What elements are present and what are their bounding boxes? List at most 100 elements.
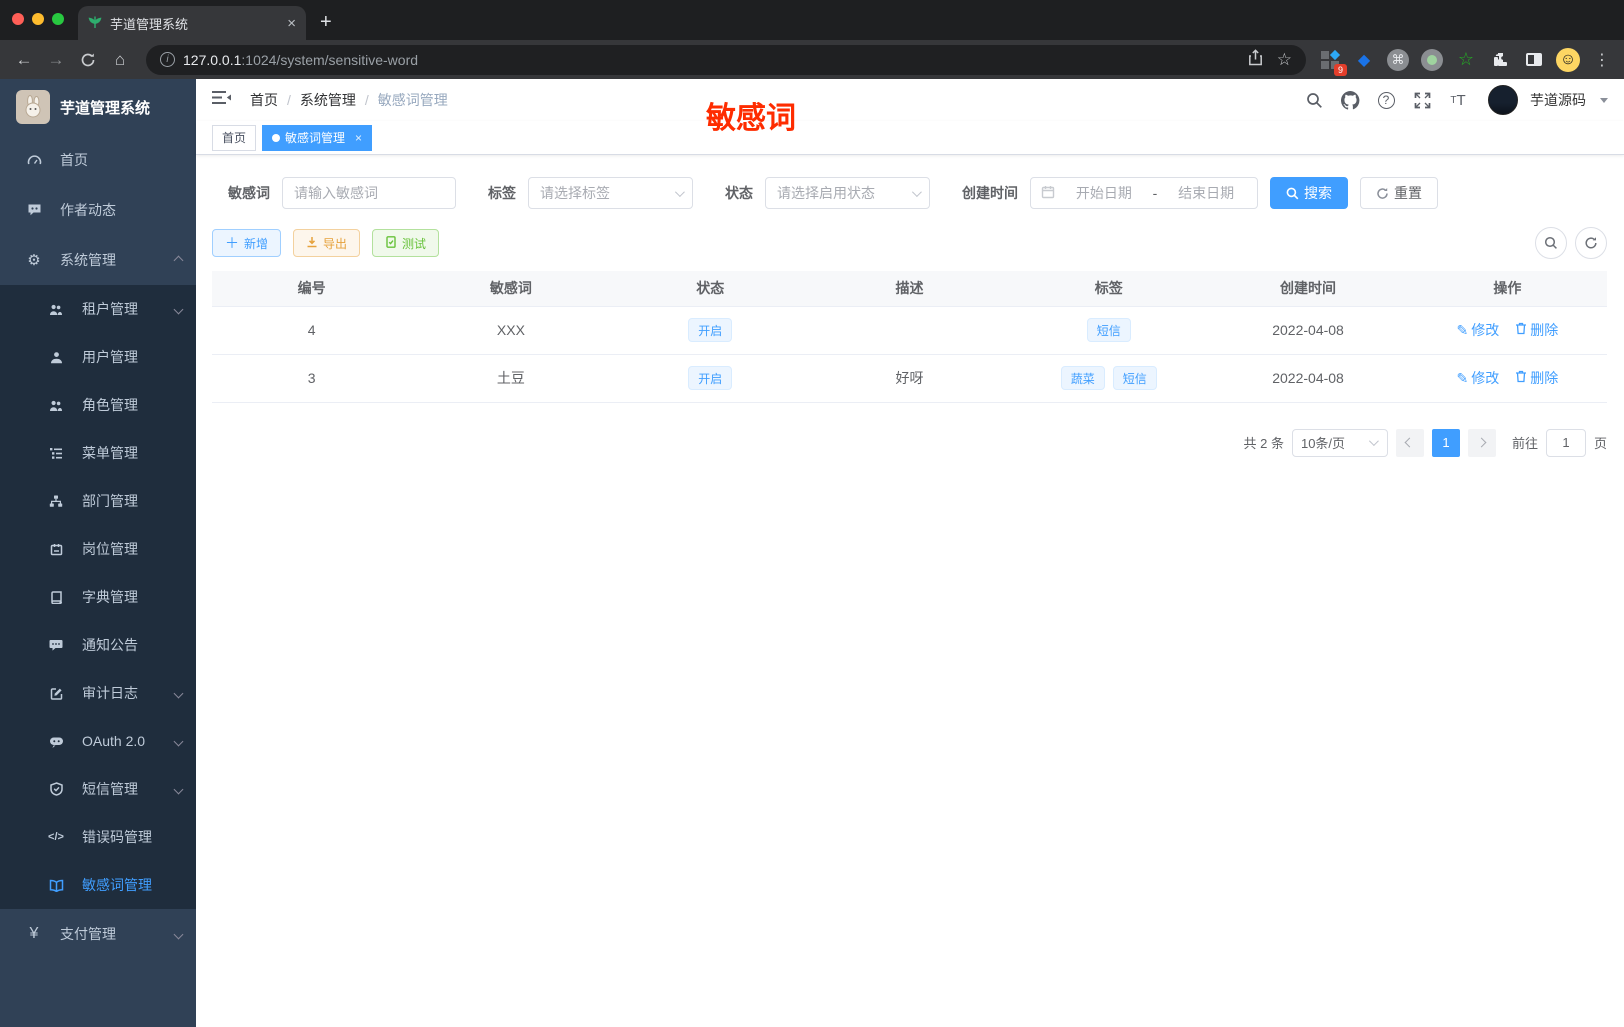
minimize-window-button[interactable] xyxy=(32,13,44,25)
extension-star-icon[interactable]: ☆ xyxy=(1454,48,1478,72)
total-count: 共 2 条 xyxy=(1243,436,1284,451)
sidebar-item-notice[interactable]: 通知公告 xyxy=(0,621,196,669)
sidebar-item-role[interactable]: 角色管理 xyxy=(0,381,196,429)
sidebar-item-dept[interactable]: 部门管理 xyxy=(0,477,196,525)
table-row: 3 土豆 开启 好呀 蔬菜 短信 2022-04-08 ✎ 修改 删除 xyxy=(212,354,1607,403)
status-select[interactable] xyxy=(765,177,930,209)
edit-link[interactable]: ✎ 修改 xyxy=(1456,320,1499,340)
user-name[interactable]: 芋道源码 xyxy=(1530,90,1586,110)
col-tags: 标签 xyxy=(1009,271,1209,307)
breadcrumb-system[interactable]: 系统管理 xyxy=(300,90,356,110)
table-toolbar: ＋ 新增 导出 测试 xyxy=(212,227,1607,259)
sidebar-item-menu[interactable]: 菜单管理 xyxy=(0,429,196,477)
export-button[interactable]: 导出 xyxy=(293,229,361,257)
sidebar-item-error-code[interactable]: </> 错误码管理 xyxy=(0,813,196,861)
sidebar-item-system[interactable]: ⚙ 系统管理 xyxy=(0,235,196,285)
col-desc: 描述 xyxy=(809,271,1010,307)
extensions-row: 9 ◆ ⌘ ☆ ☺ ⋮ xyxy=(1318,47,1614,76)
github-icon[interactable] xyxy=(1338,88,1362,112)
back-icon[interactable]: ← xyxy=(10,46,38,74)
col-actions: 操作 xyxy=(1407,271,1607,307)
font-size-icon[interactable]: TT xyxy=(1446,88,1470,112)
tag-label: 标签 xyxy=(488,185,516,201)
users-icon xyxy=(44,303,68,316)
sidebar-item-tenant[interactable]: 租户管理 xyxy=(0,285,196,333)
forward-icon[interactable]: → xyxy=(42,46,70,74)
side-panel-icon[interactable] xyxy=(1522,48,1546,72)
bookmark-star-icon[interactable]: ☆ xyxy=(1277,50,1292,70)
keyword-input[interactable] xyxy=(282,177,456,209)
date-range-picker[interactable]: 开始日期 - 结束日期 xyxy=(1030,177,1258,209)
filter-form: 敏感词 标签 状态 创建时间 开始日期 - xyxy=(212,177,1607,209)
table-header-row: 编号 敏感词 状态 描述 标签 创建时间 操作 xyxy=(212,271,1607,307)
edit-link[interactable]: ✎ 修改 xyxy=(1456,368,1499,388)
reset-button[interactable]: 重置 xyxy=(1360,177,1438,209)
extension-gem-icon[interactable]: ◆ xyxy=(1352,48,1376,72)
tag-home[interactable]: 首页 xyxy=(212,124,257,151)
tab-close-icon[interactable]: × xyxy=(287,15,296,32)
toggle-search-icon[interactable] xyxy=(1535,227,1567,259)
sidebar-item-oauth[interactable]: OAuth 2.0 xyxy=(0,717,196,765)
delete-link[interactable]: 删除 xyxy=(1515,368,1558,388)
browser-menu-icon[interactable]: ⋮ xyxy=(1590,48,1614,72)
refresh-icon[interactable] xyxy=(1575,227,1607,259)
reload-icon[interactable] xyxy=(74,46,102,74)
tag-sensitive-word[interactable]: 敏感词管理 × xyxy=(262,124,373,151)
breadcrumb-home[interactable]: 首页 xyxy=(250,90,278,110)
sidebar-item-author-news[interactable]: 作者动态 xyxy=(0,185,196,235)
browser-titlebar: 芋道管理系统 × + xyxy=(0,0,1624,40)
code-icon: </> xyxy=(48,831,64,843)
menu-fold-icon[interactable] xyxy=(212,90,232,110)
tag-close-icon[interactable]: × xyxy=(355,131,362,145)
fullscreen-icon[interactable] xyxy=(1410,88,1434,112)
user-avatar[interactable] xyxy=(1488,85,1518,115)
sidebar-item-sms[interactable]: 短信管理 xyxy=(0,765,196,813)
sidebar-item-sensitive-word[interactable]: 敏感词管理 xyxy=(0,861,196,909)
address-bar[interactable]: i 127.0.0.1:1024/system/sensitive-word ☆ xyxy=(146,44,1306,75)
tag-select[interactable] xyxy=(528,177,693,209)
close-window-button[interactable] xyxy=(12,13,24,25)
sidebar-item-pay[interactable]: ¥ 支付管理 xyxy=(0,909,196,959)
chevron-down-icon xyxy=(173,784,184,794)
sensitive-word-table: 编号 敏感词 状态 描述 标签 创建时间 操作 4 XXX 开启 短信 2022… xyxy=(212,271,1607,403)
search-button[interactable]: 搜索 xyxy=(1270,177,1348,209)
extensions-puzzle-icon[interactable] xyxy=(1488,48,1512,72)
new-tab-button[interactable]: + xyxy=(320,11,332,34)
prev-page-button[interactable] xyxy=(1395,428,1424,457)
table-row: 4 XXX 开启 短信 2022-04-08 ✎ 修改 删除 xyxy=(212,306,1607,355)
chevron-down-icon xyxy=(173,929,184,939)
zoom-window-button[interactable] xyxy=(52,13,64,25)
sidebar-item-user[interactable]: 用户管理 xyxy=(0,333,196,381)
extension-grid-icon[interactable]: 9 xyxy=(1318,48,1347,76)
sidebar-item-post[interactable]: 岗位管理 xyxy=(0,525,196,573)
add-button[interactable]: ＋ 新增 xyxy=(212,229,282,257)
share-icon[interactable] xyxy=(1248,48,1263,71)
goto-page-input[interactable] xyxy=(1545,428,1586,457)
pencil-icon: ✎ xyxy=(1456,321,1469,338)
next-page-button[interactable] xyxy=(1467,428,1496,457)
shield-check-icon xyxy=(44,782,68,796)
top-navbar: 首页 / 系统管理 / 敏感词管理 ? TT 芋道源码 xyxy=(196,79,1624,121)
search-icon[interactable] xyxy=(1302,88,1326,112)
col-id: 编号 xyxy=(212,271,412,307)
profile-avatar[interactable]: ☺ xyxy=(1556,47,1580,72)
extension-record-icon[interactable] xyxy=(1420,48,1444,72)
download-icon xyxy=(306,236,318,251)
home-icon[interactable]: ⌂ xyxy=(106,46,134,74)
logo-rabbit-avatar xyxy=(16,90,50,124)
sidebar-item-audit-log[interactable]: 审计日志 xyxy=(0,669,196,717)
chevron-up-icon xyxy=(173,255,184,265)
sidebar-item-dict[interactable]: 字典管理 xyxy=(0,573,196,621)
date-label: 创建时间 xyxy=(962,185,1018,201)
page-size-select[interactable]: 10条/页 xyxy=(1291,428,1388,457)
test-button[interactable]: 测试 xyxy=(372,229,440,257)
page-1-button[interactable]: 1 xyxy=(1431,428,1460,457)
site-info-icon[interactable]: i xyxy=(160,52,175,67)
delete-link[interactable]: 删除 xyxy=(1515,320,1558,340)
sidebar-logo: 芋道管理系统 xyxy=(0,79,196,135)
extension-command-icon[interactable]: ⌘ xyxy=(1386,48,1410,72)
plus-icon: ＋ xyxy=(225,235,239,251)
sidebar-item-home[interactable]: 首页 xyxy=(0,135,196,185)
browser-tab[interactable]: 芋道管理系统 × xyxy=(78,6,306,40)
help-icon[interactable]: ? xyxy=(1374,88,1398,112)
